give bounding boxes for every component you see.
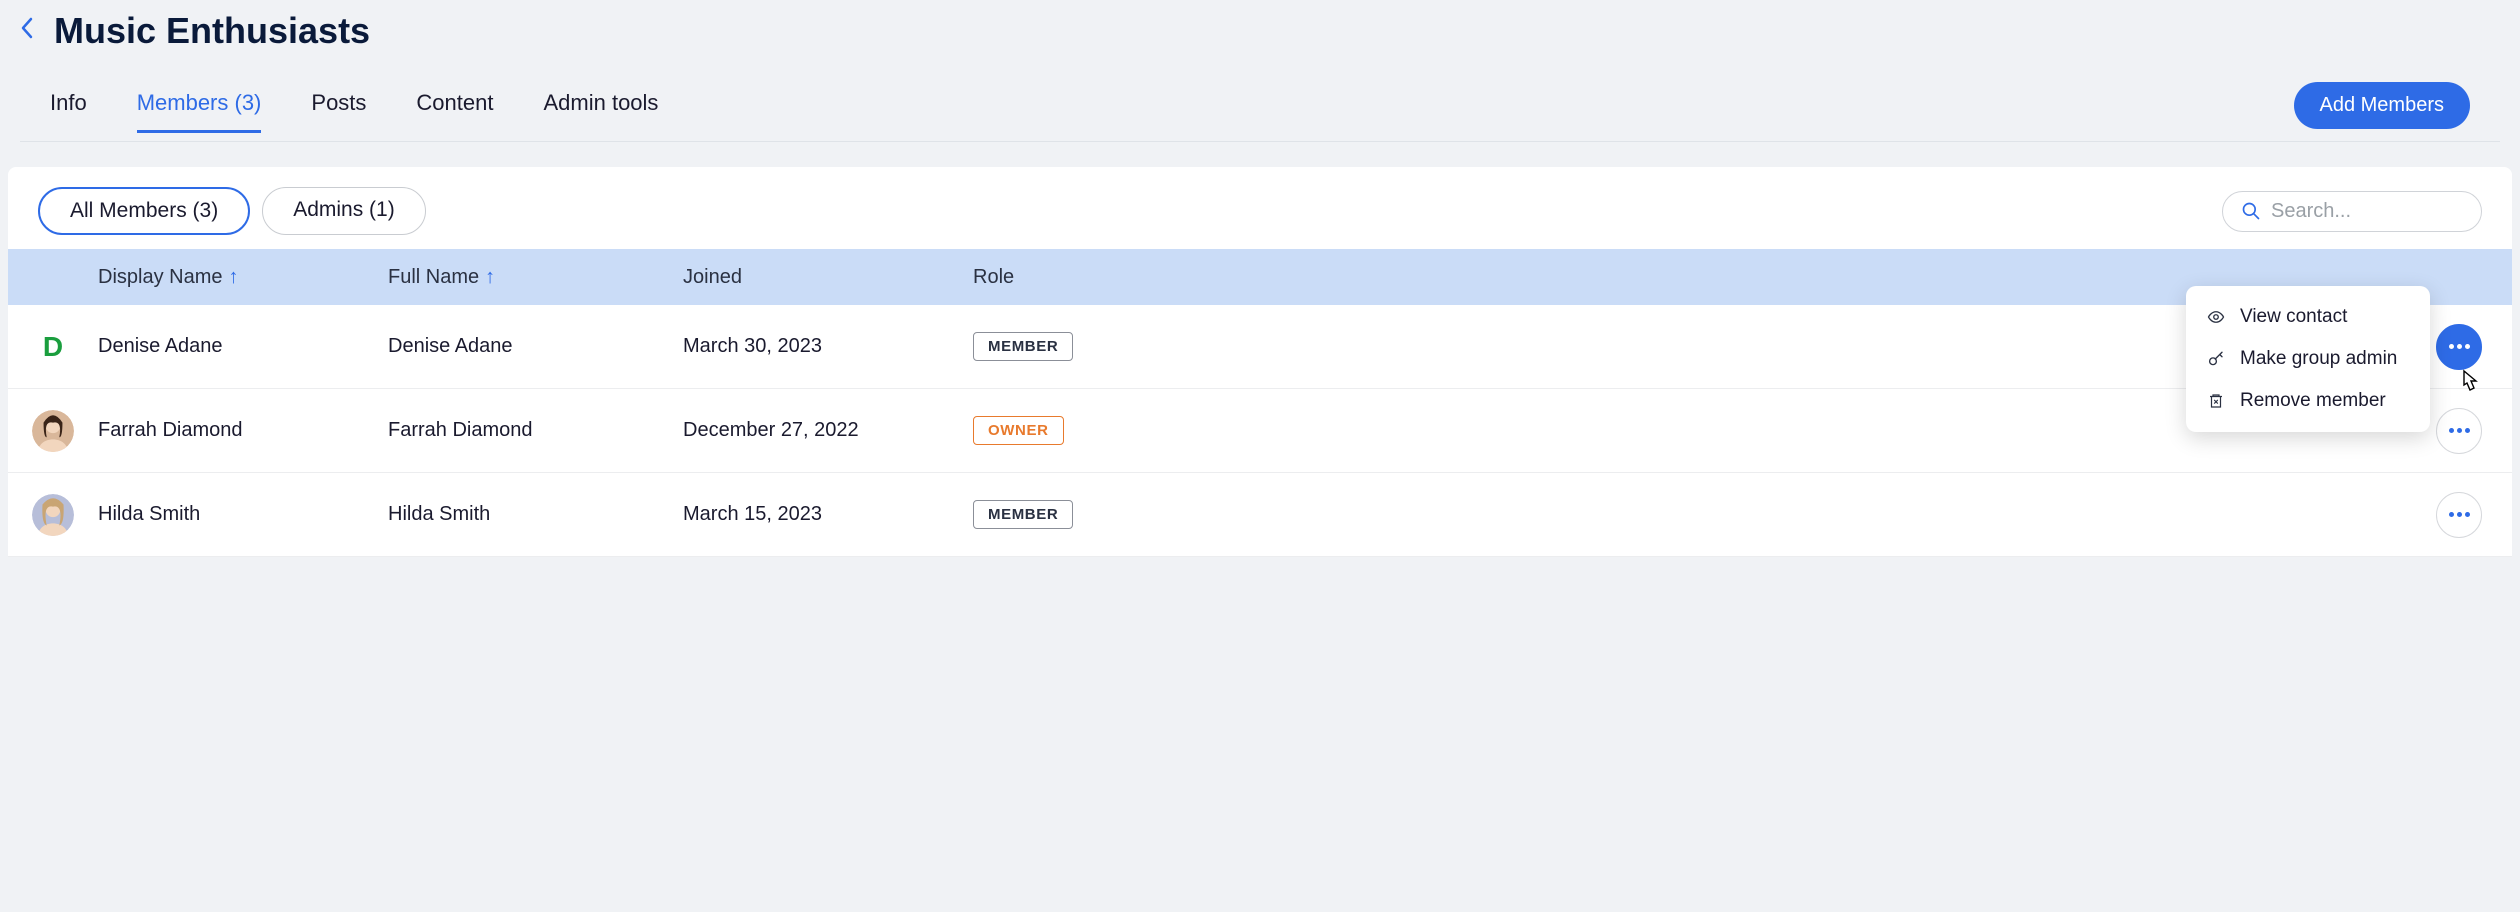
table-row: D Denise Adane Denise Adane March 30, 20…	[8, 305, 2512, 389]
avatar-cell	[8, 494, 98, 536]
table-row: Hilda Smith Hilda Smith March 15, 2023 M…	[8, 473, 2512, 557]
role-badge: MEMBER	[973, 332, 1073, 361]
content-panel: All Members (3) Admins (1) Display Name …	[8, 167, 2512, 557]
more-horizontal-icon	[2449, 344, 2470, 349]
sort-asc-icon: ↑	[485, 266, 495, 289]
row-actions-button[interactable]	[2436, 492, 2482, 538]
th-label: Display Name	[98, 266, 222, 289]
th-role[interactable]: Role	[973, 266, 1393, 289]
sort-asc-icon: ↑	[228, 266, 238, 289]
tabs-row: Info Members (3) Posts Content Admin too…	[20, 52, 2500, 142]
cell-joined: March 30, 2023	[683, 335, 973, 358]
tab-content[interactable]: Content	[416, 90, 493, 133]
cell-role: MEMBER	[973, 500, 1393, 529]
row-actions-button[interactable]	[2436, 408, 2482, 454]
cell-display-name: Denise Adane	[98, 335, 388, 358]
trash-x-icon	[2206, 392, 2226, 410]
cell-full-name: Denise Adane	[388, 335, 683, 358]
search-icon	[2241, 201, 2261, 221]
pill-admins[interactable]: Admins (1)	[262, 187, 426, 235]
more-horizontal-icon	[2449, 428, 2470, 433]
table-row: Farrah Diamond Farrah Diamond December 2…	[8, 389, 2512, 473]
page-header: Music Enthusiasts Info Members (3) Posts…	[0, 0, 2520, 142]
actions-cell: View contact Make group admin Remove mem…	[1393, 324, 2512, 370]
eye-icon	[2206, 308, 2226, 326]
th-label: Joined	[683, 266, 742, 289]
cell-joined: December 27, 2022	[683, 419, 973, 442]
add-members-button[interactable]: Add Members	[2294, 82, 2471, 129]
table-header: Display Name ↑ Full Name ↑ Joined Role	[8, 249, 2512, 305]
more-horizontal-icon	[2449, 512, 2470, 517]
back-chevron-icon[interactable]	[20, 17, 34, 46]
search-input[interactable]	[2271, 200, 2463, 223]
cell-role: MEMBER	[973, 332, 1393, 361]
menu-make-admin[interactable]: Make group admin	[2186, 338, 2430, 380]
th-label: Role	[973, 266, 1014, 289]
row-actions-button[interactable]	[2436, 324, 2482, 370]
avatar-cell	[8, 410, 98, 452]
avatar-letter: D	[36, 330, 70, 364]
tab-admin-tools[interactable]: Admin tools	[543, 90, 658, 133]
cell-full-name: Farrah Diamond	[388, 419, 683, 442]
cell-display-name: Hilda Smith	[98, 503, 388, 526]
key-icon	[2206, 350, 2226, 368]
th-display-name[interactable]: Display Name ↑	[98, 266, 388, 289]
avatar	[32, 410, 74, 452]
th-full-name[interactable]: Full Name ↑	[388, 266, 683, 289]
tabs: Info Members (3) Posts Content Admin too…	[50, 90, 658, 133]
menu-label: Make group admin	[2240, 348, 2397, 370]
avatar	[32, 494, 74, 536]
menu-view-contact[interactable]: View contact	[2186, 296, 2430, 338]
cell-joined: March 15, 2023	[683, 503, 973, 526]
search-wrap[interactable]	[2222, 191, 2482, 232]
title-row: Music Enthusiasts	[20, 10, 2500, 52]
role-badge: MEMBER	[973, 500, 1073, 529]
menu-remove-member[interactable]: Remove member	[2186, 380, 2430, 422]
pill-all-members[interactable]: All Members (3)	[38, 187, 250, 235]
tab-info[interactable]: Info	[50, 90, 87, 133]
actions-cell	[1393, 492, 2512, 538]
row-actions-dropdown: View contact Make group admin Remove mem…	[2186, 286, 2430, 432]
role-badge: OWNER	[973, 416, 1064, 445]
tab-posts[interactable]: Posts	[311, 90, 366, 133]
cell-full-name: Hilda Smith	[388, 503, 683, 526]
cell-display-name: Farrah Diamond	[98, 419, 388, 442]
avatar-cell: D	[8, 330, 98, 364]
th-label: Full Name	[388, 266, 479, 289]
menu-label: View contact	[2240, 306, 2347, 328]
cell-role: OWNER	[973, 416, 1393, 445]
th-joined[interactable]: Joined	[683, 266, 973, 289]
tab-members[interactable]: Members (3)	[137, 90, 262, 133]
menu-label: Remove member	[2240, 390, 2386, 412]
filter-row: All Members (3) Admins (1)	[8, 167, 2512, 249]
filter-pills: All Members (3) Admins (1)	[38, 187, 426, 235]
page-title: Music Enthusiasts	[54, 10, 370, 52]
